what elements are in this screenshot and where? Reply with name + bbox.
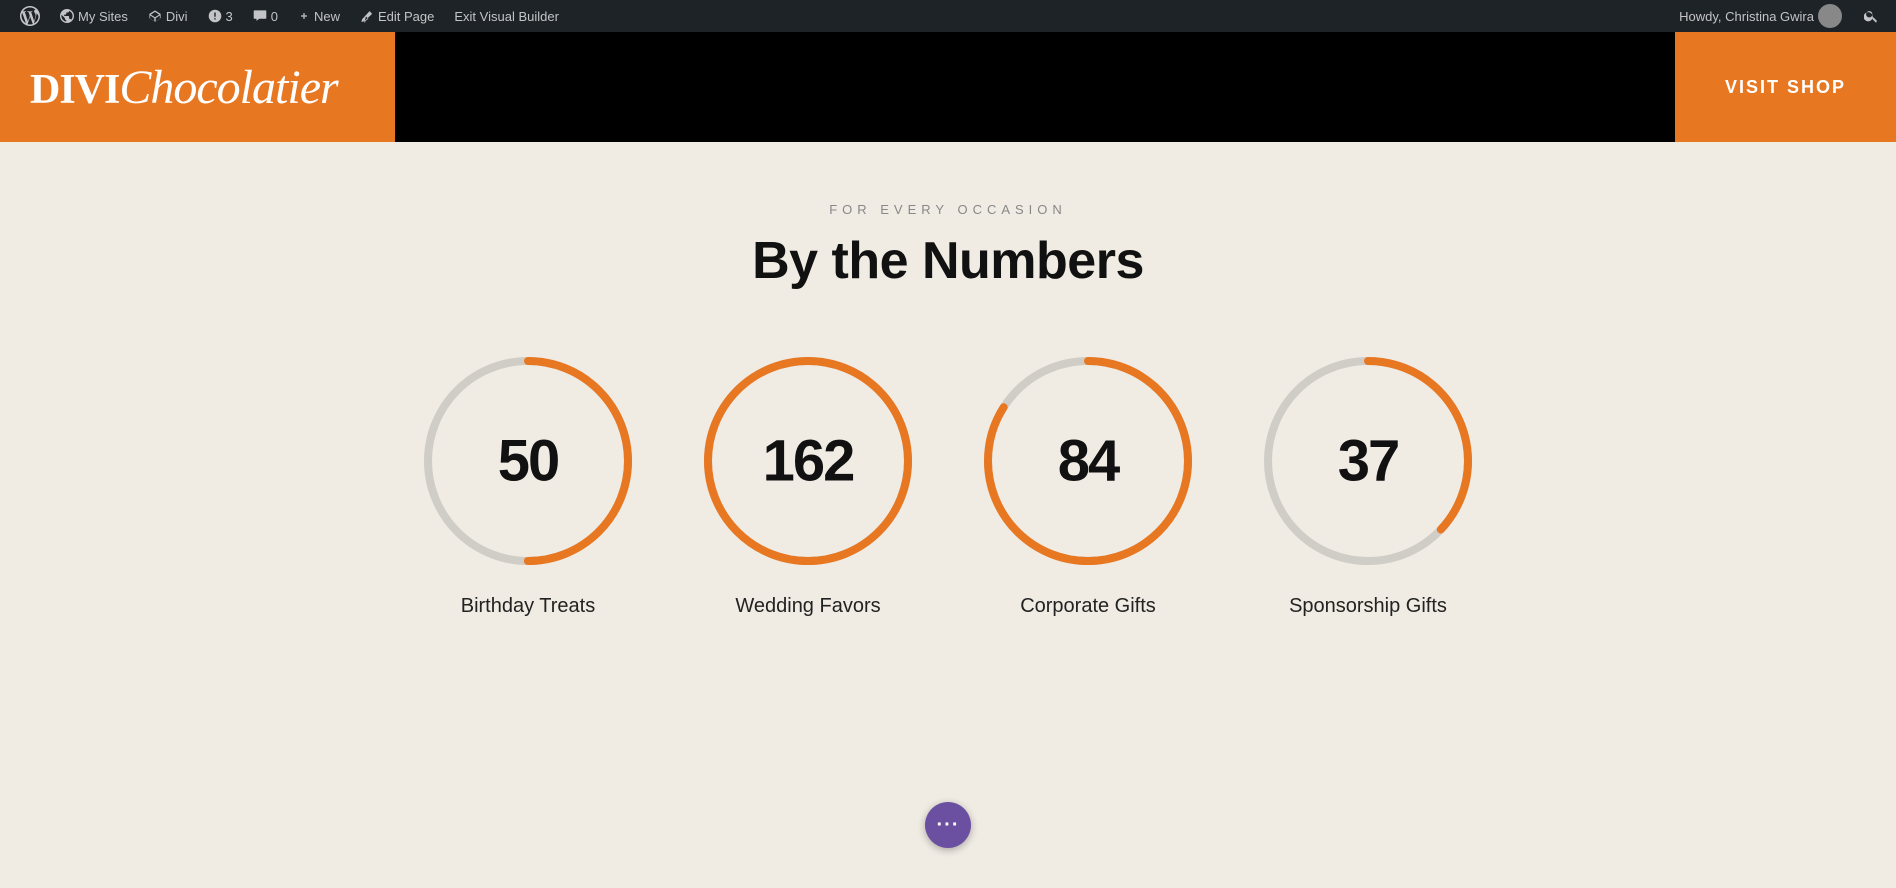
comments-count: 0: [271, 9, 278, 24]
stat-item-1: 162 Wedding Favors: [698, 351, 918, 618]
section-subtitle: FOR EVERY OCCASION: [829, 202, 1067, 217]
howdy-item[interactable]: Howdy, Christina Gwira: [1669, 0, 1852, 32]
logo-script: Chocolatier: [119, 61, 337, 114]
circle-container-1: 162: [698, 351, 918, 571]
exit-visual-builder-label: Exit Visual Builder: [454, 9, 559, 24]
logo: DIVIChocolatier: [30, 60, 338, 115]
logo-main: DIVI: [30, 67, 119, 113]
floating-btn-label: ···: [937, 814, 960, 837]
admin-bar-right: Howdy, Christina Gwira: [1669, 0, 1886, 32]
circle-container-2: 84: [978, 351, 1198, 571]
section-title: By the Numbers: [752, 231, 1144, 291]
avatar: [1818, 4, 1842, 28]
edit-page-label: Edit Page: [378, 9, 434, 24]
stat-label-0: Birthday Treats: [461, 595, 596, 618]
comments-item[interactable]: 0: [243, 0, 288, 32]
stat-label-2: Corporate Gifts: [1020, 595, 1156, 618]
stat-item-0: 50 Birthday Treats: [418, 351, 638, 618]
stat-value-1: 162: [763, 428, 854, 495]
updates-label: 3: [226, 9, 233, 24]
wp-logo-item[interactable]: [10, 0, 50, 32]
my-sites-item[interactable]: My Sites: [50, 0, 138, 32]
search-button[interactable]: [1856, 0, 1886, 32]
stat-item-2: 84 Corporate Gifts: [978, 351, 1198, 618]
updates-item[interactable]: 3: [198, 0, 243, 32]
stat-item-3: 37 Sponsorship Gifts: [1258, 351, 1478, 618]
divi-item[interactable]: Divi: [138, 0, 198, 32]
logo-area: DIVIChocolatier: [0, 32, 395, 142]
circle-container-3: 37: [1258, 351, 1478, 571]
stat-label-1: Wedding Favors: [735, 595, 880, 618]
edit-page-item[interactable]: Edit Page: [350, 0, 444, 32]
header-spacer: [395, 32, 1675, 142]
stats-row: 50 Birthday Treats 162 Wedding Favors 84: [418, 351, 1478, 618]
stat-value-0: 50: [498, 428, 559, 495]
circle-container-0: 50: [418, 351, 638, 571]
divi-label: Divi: [166, 9, 188, 24]
exit-visual-builder-item[interactable]: Exit Visual Builder: [444, 0, 569, 32]
stat-label-3: Sponsorship Gifts: [1289, 595, 1447, 618]
new-item[interactable]: New: [288, 0, 350, 32]
admin-bar: My Sites Divi 3 0 New Edit Page Exit Vis…: [0, 0, 1896, 32]
stat-value-3: 37: [1338, 428, 1399, 495]
floating-action-button[interactable]: ···: [925, 802, 971, 848]
stat-value-2: 84: [1058, 428, 1119, 495]
visit-shop-button[interactable]: VISIT SHOP: [1675, 32, 1896, 142]
howdy-text: Howdy, Christina Gwira: [1679, 9, 1814, 24]
new-label: New: [314, 9, 340, 24]
my-sites-label: My Sites: [78, 9, 128, 24]
main-content: FOR EVERY OCCASION By the Numbers 50 Bir…: [0, 142, 1896, 748]
site-header: DIVIChocolatier VISIT SHOP: [0, 32, 1896, 142]
